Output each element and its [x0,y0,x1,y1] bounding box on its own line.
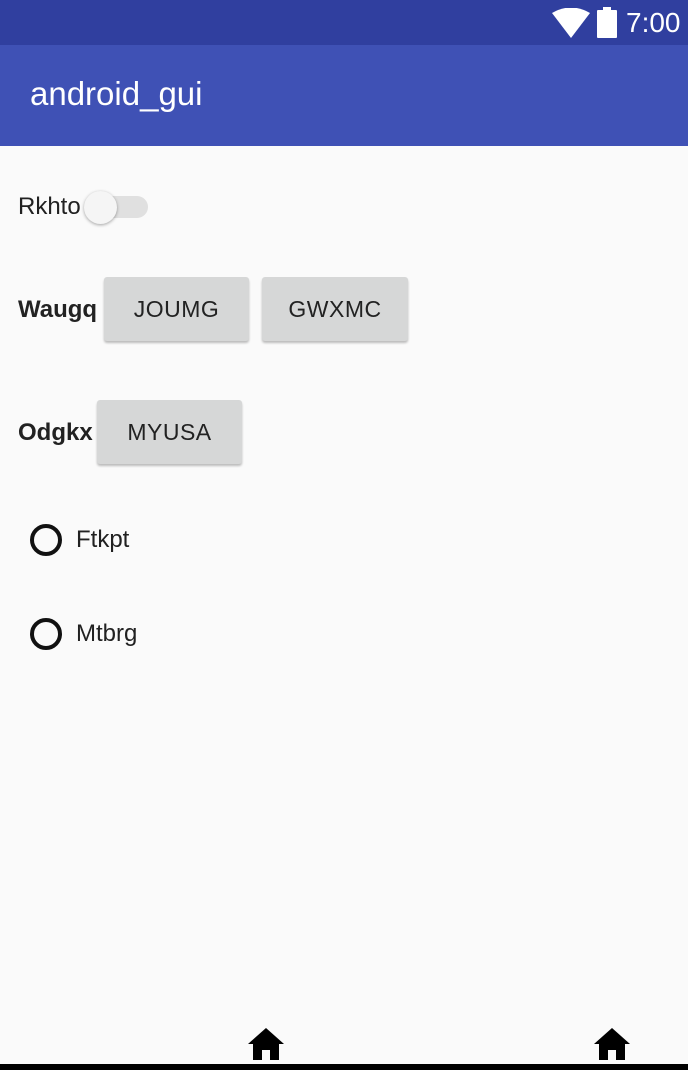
bottom-divider [0,1064,688,1070]
home-icon[interactable] [594,1028,630,1060]
gwxmc-button[interactable]: GWXMC [262,277,408,341]
app-bar: android_gui [0,45,688,146]
mtbrg-radio[interactable] [30,618,62,650]
status-bar: 7:00 [0,0,688,45]
rkhto-switch[interactable] [82,189,150,225]
status-clock: 7:00 [626,7,681,38]
ftkpt-radio-label[interactable]: Ftkpt [76,525,129,555]
button-row-1-label: Waugq [18,296,98,323]
switch-thumb [84,191,117,224]
ftkpt-radio[interactable] [30,524,62,556]
app-title: android_gui [30,75,203,112]
mtbrg-radio-label[interactable]: Mtbrg [76,619,137,649]
joumg-button[interactable]: JOUMG [104,277,249,341]
switch-label: Rkhto [18,193,81,220]
battery-icon [597,7,617,38]
button-row-2-label: Odgkx [18,419,93,446]
wifi-icon [552,8,590,38]
myusa-button[interactable]: MYUSA [97,400,242,464]
home-icon[interactable] [248,1028,284,1060]
